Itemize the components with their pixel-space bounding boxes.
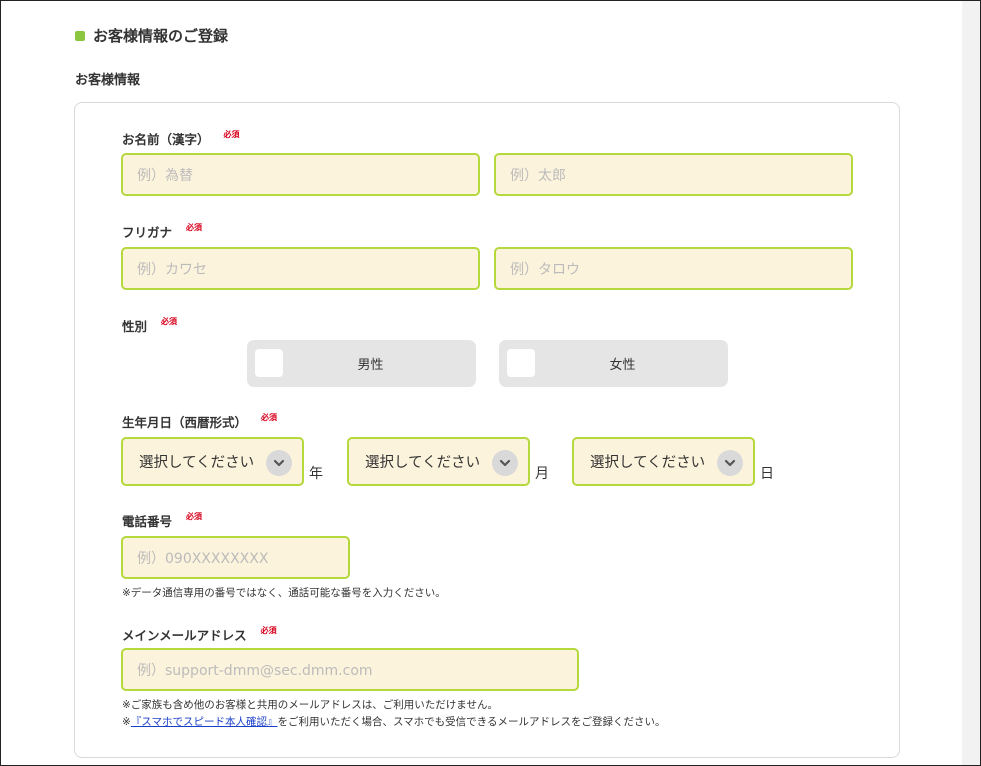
- bullet-icon: [75, 30, 85, 41]
- month-unit: 月: [535, 466, 549, 482]
- note-prefix: ※: [122, 716, 131, 728]
- email-note-shared: ※ご家族も含め他のお客様と共用のメールアドレスは、ご利用いただけません。: [122, 699, 498, 711]
- required-badge: 必須: [186, 512, 203, 521]
- chevron-down-icon: [717, 450, 743, 476]
- note-suffix: をご利用いただく場合、スマホでも受信できるメールアドレスをご登録ください。: [277, 716, 666, 728]
- select-text: 選択してください: [365, 455, 481, 471]
- required-badge: 必須: [186, 223, 203, 232]
- section-title-text: お客様情報のご登録: [93, 27, 229, 45]
- speed-verification-link[interactable]: 『スマホでスピード本人確認』: [131, 716, 278, 728]
- email-note-smartphone: ※『スマホでスピード本人確認』をご利用いただく場合、スマホでも受信できるメールア…: [122, 714, 665, 729]
- phone-note: ※データ通信専用の番号ではなく、通話可能な番号を入力ください。: [122, 587, 446, 599]
- required-badge: 必須: [260, 626, 277, 635]
- email-input[interactable]: 例）support-dmm@sec.dmm.com: [121, 648, 579, 691]
- birthdate-label-text: 生年月日（西暦形式）: [122, 415, 248, 430]
- phone-label: 電話番号 必須: [122, 511, 202, 530]
- birth-year-select[interactable]: 選択してください: [121, 437, 304, 486]
- phone-label-text: 電話番号: [122, 514, 173, 529]
- first-name-kana-input[interactable]: 例）タロウ: [494, 247, 853, 290]
- last-name-kana-input[interactable]: 例）カワセ: [121, 247, 480, 290]
- birthdate-label: 生年月日（西暦形式） 必須: [122, 412, 277, 431]
- gender-option-label: 女性: [609, 358, 636, 373]
- birth-day-select[interactable]: 選択してください: [572, 437, 755, 486]
- chevron-down-icon: [266, 450, 292, 476]
- email-label: メインメールアドレス 必須: [122, 625, 277, 644]
- required-badge: 必須: [223, 130, 240, 139]
- gender-option-female[interactable]: 女性: [499, 340, 728, 387]
- year-unit: 年: [309, 466, 323, 482]
- select-text: 選択してください: [139, 455, 255, 471]
- name-label-text: お名前（漢字）: [122, 132, 210, 147]
- birth-month-select[interactable]: 選択してください: [347, 437, 530, 486]
- chevron-down-icon: [492, 450, 518, 476]
- day-unit: 日: [760, 466, 774, 482]
- required-badge: 必須: [261, 413, 278, 422]
- gender-label-text: 性別: [122, 319, 148, 334]
- page-frame: お客様情報のご登録 お客様情報 お名前（漢字） 必須 例）為替 例）太郎 フリガ…: [0, 0, 981, 766]
- section-title: お客様情報のご登録: [75, 25, 228, 46]
- sub-title: お客様情報: [75, 73, 141, 88]
- email-label-text: メインメールアドレス: [122, 628, 247, 643]
- furigana-label-text: フリガナ: [122, 225, 173, 240]
- gender-option-label: 男性: [357, 358, 384, 373]
- scrollbar[interactable]: [962, 1, 980, 765]
- phone-input[interactable]: 例）090XXXXXXXX: [121, 536, 350, 579]
- furigana-label: フリガナ 必須: [122, 222, 202, 241]
- first-name-input[interactable]: 例）太郎: [494, 153, 853, 196]
- last-name-input[interactable]: 例）為替: [121, 153, 480, 196]
- gender-option-male[interactable]: 男性: [247, 340, 476, 387]
- required-badge: 必須: [161, 317, 178, 326]
- select-text: 選択してください: [590, 455, 706, 471]
- gender-label: 性別 必須: [122, 316, 177, 335]
- name-label: お名前（漢字） 必須: [122, 129, 240, 148]
